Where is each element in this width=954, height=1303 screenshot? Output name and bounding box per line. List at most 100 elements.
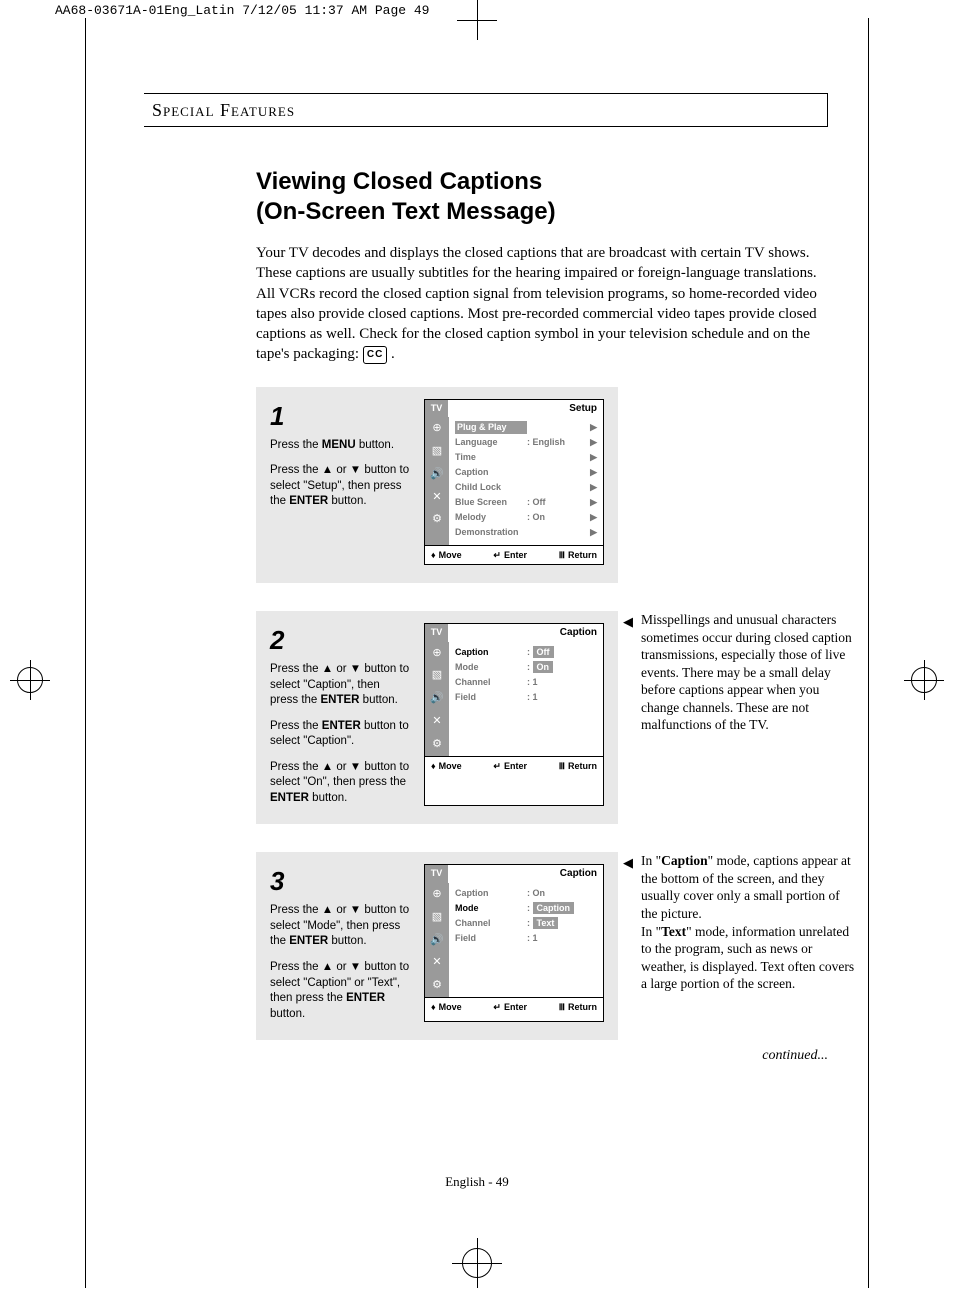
t: ENTER	[322, 720, 361, 732]
r: Channel	[455, 917, 527, 929]
arrow-icon: ▶	[587, 466, 597, 478]
crop-mark-right	[904, 660, 944, 700]
f: Return	[568, 1001, 597, 1013]
step-3-box: 3 Press the ▲ or ▼ button to select "Mod…	[256, 852, 618, 1040]
r: Channel	[455, 676, 527, 688]
n: In "	[641, 853, 661, 868]
mute-icon: ✕	[432, 714, 441, 729]
arrow-icon: ▶	[587, 421, 597, 433]
pointer-left-icon: ◀	[623, 614, 633, 631]
t: ENTER	[270, 792, 309, 804]
enter-icon: ↵	[493, 549, 501, 561]
osd-list: Plug & Play▶ Language: English▶ Time▶ Ca…	[449, 417, 603, 545]
r: Caption	[455, 887, 527, 899]
intro-paragraph: Your TV decodes and displays the closed …	[256, 243, 828, 365]
n: Text	[661, 924, 686, 939]
t: Press the ▲ or ▼ button to select "On", …	[270, 761, 409, 789]
r: Plug & Play	[455, 421, 527, 433]
t: Press the	[270, 439, 322, 451]
r: Blue Screen	[455, 496, 527, 508]
osd-list: Caption: On Mode: Caption Channel: Text …	[449, 883, 603, 997]
t: button.	[270, 1008, 305, 1020]
picture-icon: ▧	[432, 444, 442, 459]
intro-text: Your TV decodes and displays the closed …	[256, 245, 817, 362]
menu-icon: Ⅲ	[559, 549, 565, 561]
enter-icon: ↵	[493, 760, 501, 772]
f: Move	[439, 760, 462, 772]
step-2-number: 2	[270, 623, 410, 658]
arrow-icon: ▶	[587, 511, 597, 523]
f: Enter	[504, 760, 527, 772]
continued-text: continued...	[256, 1048, 828, 1064]
step-3-text: 3 Press the ▲ or ▼ button to select "Mod…	[270, 864, 410, 1022]
r: : On	[527, 887, 597, 899]
setup-icon: ⚙	[432, 737, 442, 752]
t: button.	[309, 792, 347, 804]
step-2-text: 2 Press the ▲ or ▼ button to select "Cap…	[270, 623, 410, 806]
r: On	[533, 661, 554, 673]
sound-icon: 🔊	[430, 933, 444, 948]
t: Press the	[270, 720, 322, 732]
t: ENTER	[289, 495, 328, 507]
sound-icon: 🔊	[430, 691, 444, 706]
page-footer: English - 49	[126, 1174, 828, 1190]
r: Mode	[455, 902, 527, 914]
step-1-number: 1	[270, 399, 410, 434]
step-3-number: 3	[270, 864, 410, 899]
step-1-row: 1 Press the MENU button. Press the ▲ or …	[256, 387, 828, 584]
mute-icon: ✕	[432, 490, 441, 505]
osd-list: Caption: Off Mode: On Channel: 1 Field: …	[449, 642, 603, 756]
r: Caption	[455, 646, 527, 658]
osd-tv: TV	[425, 865, 449, 883]
t: Press the ▲ or ▼ button to select "Capti…	[270, 961, 409, 1004]
picture-icon: ▧	[432, 910, 442, 925]
step-3-row: 3 Press the ▲ or ▼ button to select "Mod…	[256, 852, 828, 1040]
r: Demonstration	[455, 526, 527, 538]
content-area: Viewing Closed Captions (On-Screen Text …	[256, 167, 828, 1064]
r: Field	[455, 932, 527, 944]
crop-mark-bottom	[452, 1238, 502, 1288]
arrow-icon: ▶	[587, 481, 597, 493]
arrow-icon: ▶	[587, 496, 597, 508]
t: button.	[328, 495, 366, 507]
t: button.	[359, 694, 397, 706]
osd-setup: TVSetup ⊕ ▧ 🔊 ✕ ⚙ Plug & Play▶	[424, 399, 604, 566]
side-note-2: ◀ Misspellings and unusual characters so…	[641, 611, 856, 734]
r: : Off	[527, 496, 587, 508]
t: MENU	[322, 439, 356, 451]
t: button.	[328, 935, 366, 947]
page-frame: Special Features Viewing Closed Captions…	[85, 18, 869, 1288]
osd-title: Setup	[449, 400, 603, 418]
step-1-box: 1 Press the MENU button. Press the ▲ or …	[256, 387, 618, 584]
r: : 1	[527, 676, 597, 688]
updown-icon: ♦	[431, 1001, 436, 1013]
sound-icon: 🔊	[430, 467, 444, 482]
crop-mark-left	[10, 660, 50, 700]
osd-title: Caption	[449, 865, 603, 883]
osd-iconbar: ⊕ ▧ 🔊 ✕ ⚙	[425, 642, 449, 756]
n: Caption	[661, 853, 708, 868]
steps-column: 1 Press the MENU button. Press the ▲ or …	[256, 387, 828, 1041]
r: Off	[533, 646, 554, 658]
title-line1: Viewing Closed Captions	[256, 168, 542, 195]
r: Caption	[533, 902, 575, 914]
osd-title: Caption	[449, 624, 603, 642]
t: ENTER	[321, 694, 360, 706]
osd-tv: TV	[425, 624, 449, 642]
arrow-icon: ▶	[587, 436, 597, 448]
r: Text	[533, 917, 559, 929]
r: Caption	[455, 466, 527, 478]
n: In "	[641, 924, 661, 939]
t: ENTER	[346, 992, 385, 1004]
r: Field	[455, 691, 527, 703]
osd-footer: ♦Move ↵Enter ⅢReturn	[425, 545, 603, 564]
step-2-box: 2 Press the ▲ or ▼ button to select "Cap…	[256, 611, 618, 824]
r: Time	[455, 451, 527, 463]
antenna-icon: ⊕	[432, 421, 441, 436]
pointer-left-icon: ◀	[623, 855, 633, 872]
step-2-row: 2 Press the ▲ or ▼ button to select "Cap…	[256, 611, 828, 824]
mute-icon: ✕	[432, 955, 441, 970]
updown-icon: ♦	[431, 760, 436, 772]
section-header: Special Features	[144, 93, 828, 127]
menu-icon: Ⅲ	[559, 1001, 565, 1013]
